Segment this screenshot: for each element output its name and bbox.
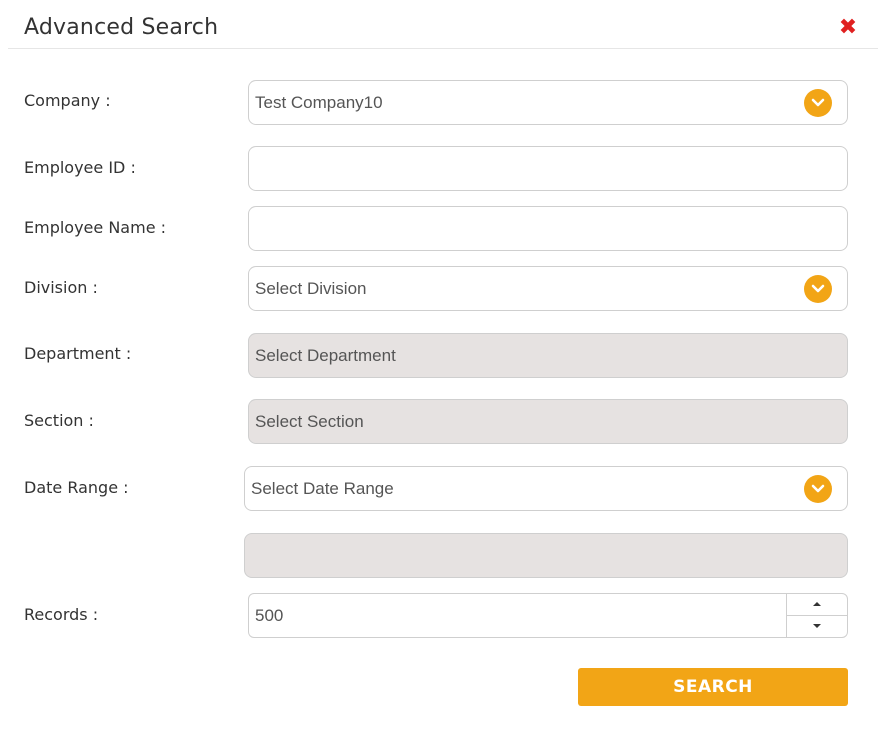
division-select[interactable]: Select Division [248, 266, 848, 311]
records-value: 500 [255, 605, 284, 625]
chevron-down-icon[interactable] [804, 474, 832, 503]
chevron-down-icon[interactable] [804, 88, 832, 117]
division-select-value: Select Division [255, 278, 367, 298]
division-label: Division : [24, 278, 98, 297]
records-label: Records : [24, 605, 99, 624]
close-icon[interactable]: ✖ [836, 16, 860, 40]
date-range-value-field[interactable] [244, 533, 848, 578]
employee-id-input[interactable] [248, 146, 848, 191]
section-select-value: Select Section [255, 411, 364, 431]
chevron-down-icon[interactable] [804, 274, 832, 303]
department-select[interactable]: Select Department [248, 333, 848, 378]
employee-name-input[interactable] [248, 206, 848, 251]
employee-name-label: Employee Name : [24, 218, 167, 237]
dialog-title: Advanced Search [24, 15, 219, 40]
company-label: Company : [24, 91, 111, 110]
decrement-arrow-icon[interactable] [787, 616, 847, 638]
company-select-value: Test Company10 [255, 92, 383, 112]
records-spinner [786, 594, 847, 637]
date-range-label: Date Range : [24, 478, 129, 497]
date-range-select[interactable]: Select Date Range [244, 466, 848, 511]
employee-id-label: Employee ID : [24, 158, 136, 177]
department-label: Department : [24, 344, 132, 363]
department-select-value: Select Department [255, 345, 396, 365]
title-divider [8, 48, 878, 49]
company-select[interactable]: Test Company10 [248, 80, 848, 125]
records-stepper[interactable]: 500 [248, 593, 848, 638]
date-range-select-value: Select Date Range [251, 478, 394, 498]
increment-arrow-icon[interactable] [787, 594, 847, 616]
section-label: Section : [24, 411, 94, 430]
section-select[interactable]: Select Section [248, 399, 848, 444]
search-button[interactable]: SEARCH [578, 668, 848, 706]
